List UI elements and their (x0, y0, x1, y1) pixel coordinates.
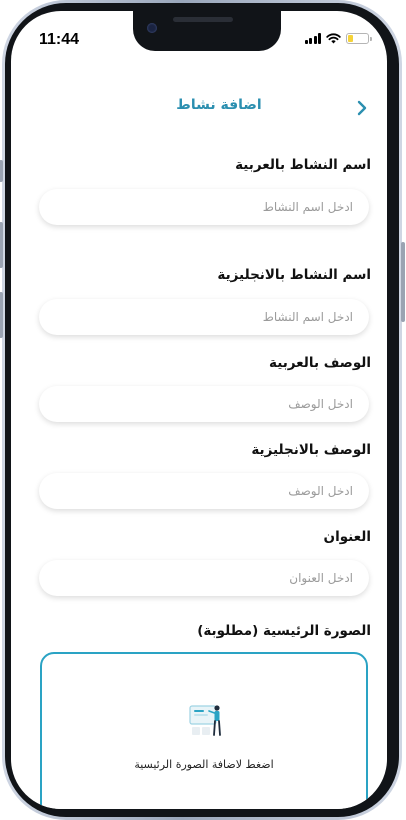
battery-icon (346, 33, 372, 44)
activity-name-en-input[interactable] (39, 299, 369, 335)
battery-level (348, 35, 353, 42)
speaker (173, 17, 233, 22)
page-header: اضافة نشاط (11, 93, 387, 123)
description-ar-label: الوصف بالعربية (269, 355, 371, 371)
front-camera (147, 23, 157, 33)
silent-switch (0, 160, 3, 182)
chevron-right-icon (357, 100, 367, 116)
notch (133, 11, 281, 51)
description-ar-input[interactable] (39, 386, 369, 422)
volume-down-button (0, 292, 3, 338)
address-input[interactable] (39, 560, 369, 596)
wifi-icon (326, 33, 341, 44)
activity-name-en-label: اسم النشاط بالانجليزية (217, 267, 371, 283)
back-button[interactable] (351, 97, 373, 119)
activity-name-ar-label: اسم النشاط بالعربية (235, 157, 371, 173)
cellular-signal-icon (304, 33, 321, 44)
page-title: اضافة نشاط (176, 97, 262, 113)
description-en-label: الوصف بالانجليزية (251, 442, 371, 458)
activity-name-ar-input[interactable] (39, 189, 369, 225)
description-en-input[interactable] (39, 473, 369, 509)
address-label: العنوان (323, 529, 371, 545)
upload-illustration-icon (189, 705, 221, 736)
main-image-upload[interactable]: اضغط لاضافة الصورة الرئيسية (40, 652, 368, 809)
power-button (401, 242, 405, 322)
upload-hint-text: اضغط لاضافة الصورة الرئيسية (134, 758, 274, 771)
status-time: 11:44 (39, 31, 80, 48)
status-icons (304, 33, 372, 44)
volume-up-button (0, 222, 3, 268)
main-image-label: الصورة الرئيسية (مطلوبة) (197, 623, 371, 639)
app-screen: 11:44 اضافة نشاط اسم النشاط بالعربية اسم… (11, 11, 387, 809)
